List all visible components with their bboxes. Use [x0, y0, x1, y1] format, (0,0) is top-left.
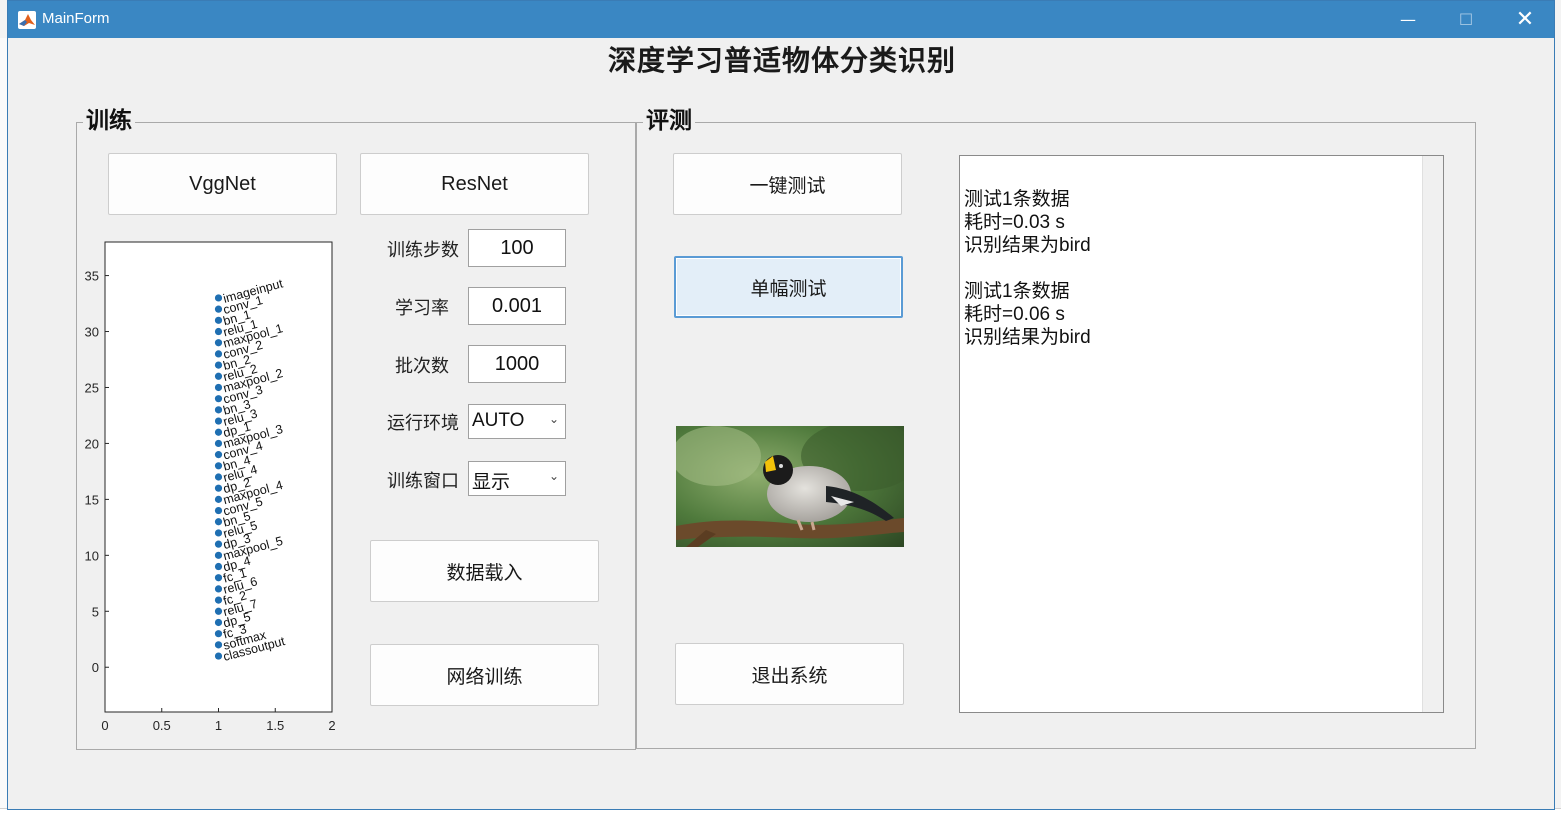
- steps-input[interactable]: 100: [468, 229, 566, 267]
- layer-point: [214, 518, 223, 526]
- resnet-button[interactable]: ResNet: [360, 153, 589, 215]
- learning-rate-input[interactable]: 0.001: [468, 287, 566, 325]
- page-title: 深度学习普适物体分类识别: [607, 44, 956, 77]
- layer-point: [214, 350, 223, 358]
- steps-label: 训练步数: [387, 240, 459, 261]
- layer-point: [214, 551, 223, 559]
- chevron-down-icon: ⌄: [548, 412, 559, 426]
- x-tick-label: 2: [328, 718, 335, 733]
- layer-point: [214, 316, 223, 324]
- bird-image: [676, 426, 904, 547]
- layer-point: [214, 495, 223, 503]
- layer-point: [214, 406, 223, 414]
- y-tick-label: 15: [85, 492, 99, 507]
- layer-point: [214, 618, 223, 627]
- window-title: MainForm: [42, 10, 110, 27]
- layer-scatter-chart: 0 0.5 1 1.5 205101520253035imageinputconv_1b…: [85, 241, 336, 733]
- output-line: 识别结果为bird: [964, 235, 1091, 256]
- title-bar[interactable]: MainForm — ☐ ✕: [8, 1, 1554, 38]
- batch-label: 批次数: [395, 356, 449, 377]
- layer-point: [214, 562, 223, 571]
- chevron-down-icon: ⌄: [548, 469, 559, 483]
- y-tick-label: 5: [92, 604, 99, 619]
- x-tick-label: 0.5: [153, 718, 171, 733]
- train-window-label: 训练窗口: [387, 471, 459, 492]
- layer-point: [214, 630, 223, 638]
- matlab-icon: [18, 11, 36, 29]
- data-load-button[interactable]: 数据载入: [370, 540, 599, 602]
- env-dropdown[interactable]: AUTO ⌄: [468, 404, 566, 439]
- layer-point: [214, 607, 223, 615]
- layer-point: [214, 428, 223, 436]
- single-image-test-button[interactable]: 单幅测试: [674, 256, 903, 318]
- eval-panel-title: 评测: [643, 106, 695, 136]
- output-scrollbar[interactable]: [1422, 156, 1443, 712]
- x-tick-label: 0: [101, 718, 108, 733]
- network-train-button[interactable]: 网络训练: [370, 644, 599, 706]
- one-click-test-button[interactable]: 一键测试: [673, 153, 902, 215]
- y-tick-label: 30: [85, 325, 99, 340]
- train-window-dropdown[interactable]: 显示 ⌄: [468, 461, 566, 496]
- layer-point: [214, 574, 223, 582]
- learning-rate-label: 学习率: [395, 298, 449, 319]
- layer-point: [214, 327, 223, 336]
- main-window: MainForm — ☐ ✕ 深度学习普适物体分类识别 训练 评测 VggNet…: [7, 0, 1555, 810]
- x-tick-label: 1: [215, 718, 222, 733]
- layer-point: [214, 596, 223, 604]
- layer-point: [214, 361, 223, 369]
- layer-point: [214, 339, 223, 347]
- layer-point: [214, 417, 223, 425]
- layer-point: [214, 462, 223, 470]
- layer-point: [214, 506, 223, 515]
- layer-point: [214, 540, 223, 548]
- layer-point: [214, 585, 223, 593]
- vggnet-button[interactable]: VggNet: [108, 153, 337, 215]
- y-tick-label: 35: [85, 269, 99, 284]
- train-window-selected: 显示: [472, 472, 511, 493]
- y-tick-label: 0: [92, 660, 99, 675]
- layer-point: [214, 439, 223, 448]
- layer-point: [214, 529, 223, 537]
- layer-point: [214, 641, 223, 649]
- train-panel-title: 训练: [83, 106, 135, 136]
- layer-point: [214, 395, 223, 403]
- x-tick-label: 1.5: [266, 718, 284, 733]
- layer-point: [214, 383, 223, 392]
- maximize-button[interactable]: ☐: [1437, 1, 1495, 38]
- y-tick-label: 25: [85, 380, 99, 395]
- y-tick-label: 10: [85, 548, 99, 563]
- env-label: 运行环境: [387, 413, 459, 434]
- exit-button[interactable]: 退出系统: [675, 643, 904, 705]
- minimize-button[interactable]: —: [1379, 1, 1437, 38]
- y-tick-label: 20: [85, 436, 99, 451]
- env-selected: AUTO: [472, 410, 525, 431]
- layer-point: [214, 652, 223, 660]
- layer-point: [214, 451, 223, 459]
- layer-point: [214, 372, 223, 380]
- layer-point: [214, 294, 223, 302]
- batch-input[interactable]: 1000: [468, 345, 566, 383]
- layer-point: [214, 305, 223, 313]
- output-line: 识别结果为bird: [964, 327, 1091, 348]
- layer-point: [214, 473, 223, 481]
- close-button[interactable]: ✕: [1496, 1, 1554, 38]
- layer-point: [214, 484, 223, 492]
- result-output-box[interactable]: 测试1条数据 耗时=0.03 s 识别结果为bird 测试1条数据 耗时=0.0…: [959, 155, 1444, 713]
